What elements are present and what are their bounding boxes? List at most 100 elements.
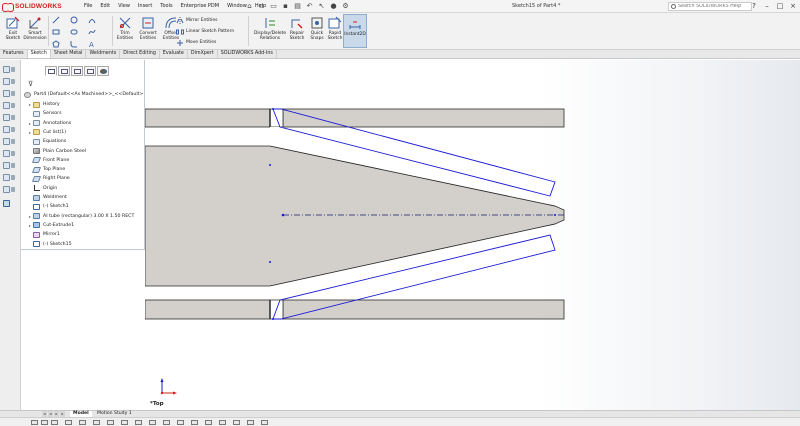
tab-evaluate[interactable]: Evaluate <box>160 50 188 58</box>
filter-sketch-points-icon[interactable] <box>106 419 115 426</box>
maximize-icon[interactable]: □ <box>775 1 785 11</box>
display-delete-relations-button[interactable]: Display/Delete Relations <box>254 14 286 48</box>
spline-tool[interactable] <box>88 27 96 36</box>
chamfer-icon[interactable] <box>3 174 16 182</box>
arc-tool[interactable] <box>88 15 96 24</box>
filter-blocks-icon[interactable] <box>246 419 255 426</box>
smart-dimension-button[interactable]: Smart Dimension <box>23 14 47 48</box>
new-document-icon[interactable]: ▫ <box>257 2 266 11</box>
tree-item[interactable]: (-) Sketch1 <box>27 202 69 211</box>
trim-extend-icon[interactable] <box>3 90 16 98</box>
menu-file[interactable]: File <box>80 2 96 11</box>
tree-item[interactable]: ▸ AI tube (rectangular) 3.00 X 1.50 RECT <box>27 212 134 221</box>
tab-direct-editing[interactable]: Direct Editing <box>120 50 160 58</box>
trim-entities-button[interactable]: Trim Entities <box>114 14 136 48</box>
weldment-tool-icon[interactable] <box>3 66 16 74</box>
tree-item[interactable]: (-) Sketch15 <box>27 240 72 249</box>
top-tube-left[interactable] <box>145 108 271 128</box>
extruded-boss-icon[interactable] <box>3 102 16 110</box>
fillet-bead-icon[interactable] <box>3 138 16 146</box>
tree-item[interactable]: Top Plane <box>27 165 65 174</box>
extruded-cut-icon[interactable] <box>3 150 16 158</box>
center-tapered-body[interactable] <box>145 145 565 287</box>
tree-item[interactable]: ▸ History <box>27 100 60 109</box>
tree-item[interactable]: Equations <box>27 137 66 146</box>
line-tool[interactable] <box>52 15 60 24</box>
menu-view[interactable]: View <box>114 2 134 11</box>
filter-cosmetic-icon[interactable] <box>232 419 241 426</box>
help-icon[interactable]: ? <box>749 1 759 11</box>
structural-member-icon[interactable] <box>3 78 16 86</box>
rectangle-tool[interactable] <box>52 27 60 36</box>
tree-item[interactable]: ▸ Cut list(1) <box>27 128 66 137</box>
filter-dimensions-icon[interactable] <box>134 419 143 426</box>
filter-sketch-segments-icon[interactable] <box>120 419 129 426</box>
tree-item[interactable]: ▸ Annotations <box>27 119 71 128</box>
convert-entities-button[interactable]: Convert Entities <box>136 14 160 48</box>
tab-sketch[interactable]: Sketch <box>27 50 51 58</box>
tab-sheet-metal[interactable]: Sheet Metal <box>51 50 87 58</box>
undo-icon[interactable]: ↶ <box>305 2 314 11</box>
filter-welds-icon[interactable] <box>176 419 185 426</box>
bottom-tube-right[interactable] <box>282 299 565 320</box>
app-logo[interactable]: SOLIDWORKS <box>2 1 62 12</box>
filter-mates-icon[interactable] <box>204 419 213 426</box>
text-tool[interactable]: A <box>88 39 96 49</box>
tree-item[interactable]: Right Plane <box>27 174 70 183</box>
filter-faces-icon[interactable] <box>50 419 59 426</box>
tab-display-manager[interactable] <box>97 66 109 76</box>
polygon-tool[interactable] <box>52 39 60 48</box>
print-icon[interactable]: ▤ <box>293 2 302 11</box>
instant2d-button[interactable]: Instant2D <box>343 14 367 48</box>
tab-feature-manager[interactable] <box>45 66 57 76</box>
tab-solidworks-add-ins[interactable]: SOLIDWORKS Add-Ins <box>218 50 277 58</box>
reference-plane-icon[interactable] <box>3 186 16 194</box>
select-arrow-icon[interactable]: ↖ <box>317 2 326 11</box>
exit-sketch-button[interactable]: Exit Sketch <box>2 14 24 48</box>
tree-item[interactable]: Sensors <box>27 109 62 118</box>
tree-item[interactable]: Origin <box>27 184 57 193</box>
linear-sketch-pattern-button[interactable]: Linear Sketch Pattern <box>176 27 234 36</box>
tab-weldments[interactable]: Weldments <box>86 50 121 58</box>
tree-item[interactable]: Plain Carbon Steel <box>27 147 86 156</box>
tree-item[interactable]: ▸ Cut-Extrude1 <box>27 221 74 230</box>
tree-item[interactable]: Mirror1 <box>27 230 60 239</box>
move-entities-button[interactable]: Move Entities <box>176 38 216 47</box>
close-icon[interactable]: × <box>788 1 798 11</box>
mirror-entities-button[interactable]: Mirror Entities <box>176 16 218 25</box>
menu-edit[interactable]: Edit <box>96 2 114 11</box>
filter-surfaces-icon[interactable] <box>162 419 171 426</box>
filter-datum-icon[interactable] <box>218 419 227 426</box>
open-folder-icon[interactable]: ▭ <box>269 2 278 11</box>
filter-notes-icon[interactable] <box>148 419 157 426</box>
selection-filter-icon[interactable] <box>30 419 39 426</box>
rebuild-icon[interactable]: ● <box>329 2 338 11</box>
hole-wizard-icon[interactable] <box>3 162 16 170</box>
filter-components-icon[interactable] <box>190 419 199 426</box>
filter-vertices-icon[interactable] <box>64 419 73 426</box>
filter-axes-icon[interactable] <box>92 419 101 426</box>
help-search-input[interactable] <box>678 4 751 9</box>
help-search-box[interactable] <box>668 2 752 11</box>
repair-sketch-button[interactable]: Repair Sketch <box>286 14 308 48</box>
tab-features[interactable]: Features <box>0 50 28 58</box>
tab-property-manager[interactable] <box>58 66 70 76</box>
end-cap-icon[interactable] <box>3 114 16 122</box>
filter-edges-icon[interactable] <box>40 419 49 426</box>
top-tube-right[interactable] <box>282 108 565 128</box>
tree-item[interactable]: Weldment <box>27 193 67 202</box>
options-icon[interactable]: ⚙ <box>341 2 350 11</box>
bottom-tube-left[interactable] <box>145 299 271 320</box>
home-icon[interactable]: ⌂ <box>245 2 254 11</box>
gusset-icon[interactable] <box>3 126 16 134</box>
tab-configuration-manager[interactable] <box>71 66 83 76</box>
fillet-tool[interactable] <box>70 39 78 48</box>
save-icon[interactable]: ▪ <box>281 2 290 11</box>
minimize-icon[interactable]: – <box>762 1 772 11</box>
filter-planes-icon[interactable] <box>78 419 87 426</box>
tree-item[interactable]: Front Plane <box>27 156 69 165</box>
tab-dimxpert[interactable]: DimXpert <box>188 50 218 58</box>
filter-icon[interactable]: ⊽ <box>28 80 33 88</box>
menu-insert[interactable]: Insert <box>134 2 156 11</box>
sketch-tool-icon[interactable] <box>3 200 16 208</box>
